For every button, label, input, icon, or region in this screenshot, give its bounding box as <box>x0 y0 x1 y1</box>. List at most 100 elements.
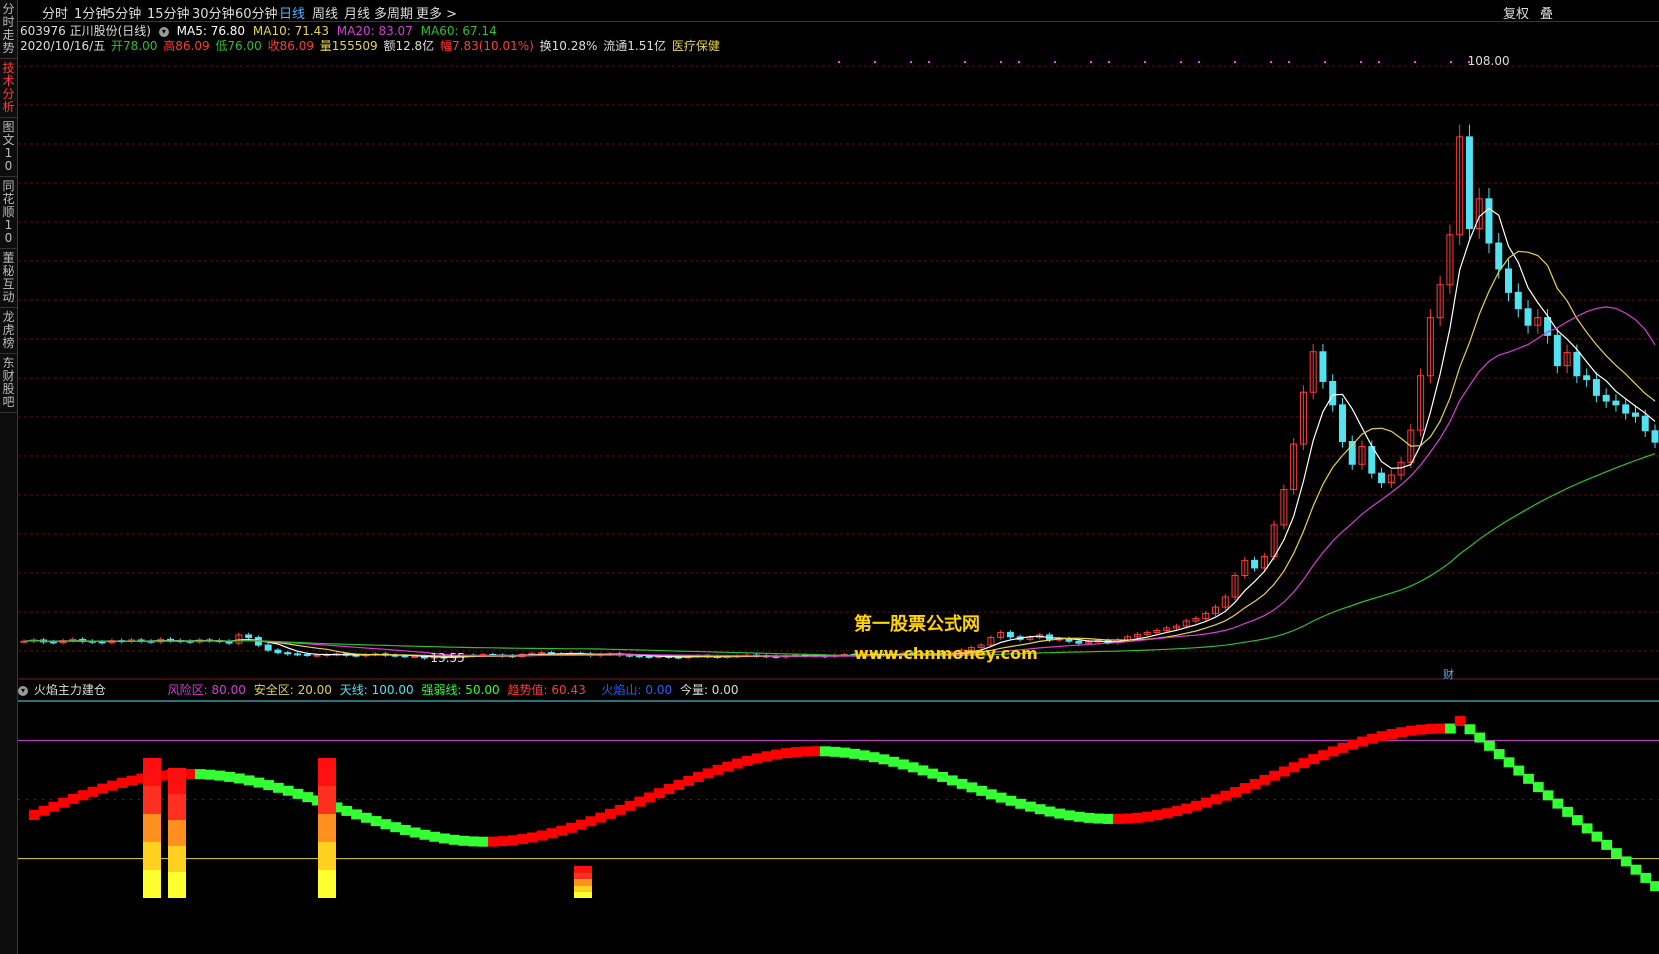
trend-segment <box>224 771 235 782</box>
period-tab-5[interactable]: 60分钟 <box>235 3 278 22</box>
trend-segment <box>1132 812 1144 823</box>
candle-body <box>1602 394 1610 402</box>
trend-segment <box>292 788 304 799</box>
fire-bar-segment <box>574 866 592 873</box>
trend-segment <box>1161 808 1173 819</box>
trend-segment <box>126 775 138 786</box>
trend-segment <box>976 785 987 796</box>
fire-bar-segment <box>318 870 336 898</box>
signal-dot <box>1054 61 1056 63</box>
sidebar-tab-2[interactable]: 图文10 <box>0 118 17 177</box>
trend-segment <box>839 747 851 758</box>
signal-dot <box>1324 61 1326 63</box>
period-tab-8[interactable]: 月线 <box>344 3 370 22</box>
kline-chart[interactable]: 108.00 13.55 <box>18 21 1659 954</box>
signal-dot <box>1090 61 1092 63</box>
trend-segment <box>409 827 421 838</box>
period-tab-4[interactable]: 30分钟 <box>192 3 235 22</box>
trend-segment <box>77 790 89 801</box>
trend-segment <box>214 770 226 781</box>
trend-segment <box>956 778 968 789</box>
trend-segment <box>67 793 79 804</box>
trend-segment <box>683 775 695 786</box>
trend-segment <box>771 749 782 760</box>
period-tab-7[interactable]: 周线 <box>312 3 338 22</box>
trend-segment <box>1112 813 1124 824</box>
candle-body <box>1378 472 1386 484</box>
candle-body <box>645 655 653 658</box>
trend-segment <box>458 835 470 846</box>
trend-segment <box>1611 848 1622 859</box>
toolbar-right-button-0[interactable]: 复权 <box>1503 3 1529 22</box>
period-tab-9[interactable]: 多周期 <box>374 3 413 22</box>
fire-bar-segment <box>574 885 592 892</box>
signal-dot <box>1378 61 1380 63</box>
trend-segment <box>1640 872 1652 883</box>
candle-body <box>98 641 106 644</box>
trend-segment <box>1005 795 1017 806</box>
trend-segment <box>1571 815 1583 826</box>
trend-segment <box>937 771 948 782</box>
indicator-name[interactable]: 火焰主力建仓 <box>34 683 106 697</box>
trend-segment <box>185 768 196 779</box>
trend-segment <box>48 801 60 812</box>
period-tab-0[interactable]: 分时 <box>42 3 68 22</box>
candle-body <box>1251 559 1259 569</box>
trend-segment <box>380 819 392 830</box>
finance-icon[interactable]: 财 <box>1443 666 1454 682</box>
indicator-menu-icon[interactable]: ▾ <box>18 685 28 696</box>
today-volume-value: 今量: 0.00 <box>679 683 739 697</box>
trend-segment <box>97 783 109 794</box>
trend-segment <box>1073 811 1085 822</box>
sidebar-tab-3[interactable]: 同花顺10 <box>0 177 17 249</box>
trend-segment <box>732 758 743 769</box>
period-tab-6[interactable]: 日线 <box>279 3 305 22</box>
sidebar-tab-4[interactable]: 董秘互动 <box>0 249 17 308</box>
signal-dot <box>1270 61 1272 63</box>
trend-segment <box>28 809 40 820</box>
trend-segment <box>1542 790 1554 801</box>
trend-segment <box>1122 813 1134 824</box>
trend-segment <box>1054 808 1066 819</box>
trend-segment <box>644 792 655 803</box>
sidebar-tab-6[interactable]: 东财股吧 <box>0 354 17 413</box>
candle-body <box>313 654 321 657</box>
candle-body <box>1465 136 1473 230</box>
signal-dot <box>1180 61 1182 63</box>
candle-body <box>1592 379 1600 396</box>
trend-segment <box>243 775 255 786</box>
sidebar-tab-5[interactable]: 龙虎榜 <box>0 308 17 354</box>
trend-segment <box>1093 813 1105 824</box>
trend-segment <box>946 775 958 786</box>
period-tab-2[interactable]: 5分钟 <box>107 3 141 22</box>
fire-bar-segment <box>574 891 592 898</box>
trend-segment <box>1630 864 1642 875</box>
toolbar-right-button-1[interactable]: 叠 <box>1540 3 1553 22</box>
fire-bar-segment <box>168 794 186 820</box>
period-tab-1[interactable]: 1分钟 <box>74 3 108 22</box>
candle-body <box>1338 404 1346 443</box>
trend-segment <box>878 754 890 765</box>
trend-segment <box>1152 810 1163 821</box>
trend-segment <box>712 764 724 775</box>
trend-segment <box>1259 774 1271 785</box>
trend-segment <box>741 755 753 766</box>
sidebar-tab-0[interactable]: 分时走势 <box>0 0 17 59</box>
period-tab-10[interactable]: 更多 > <box>416 3 457 22</box>
trend-segment <box>1503 757 1515 768</box>
sidebar-tab-1[interactable]: 技术分析 <box>0 59 17 118</box>
trend-segment <box>868 752 880 763</box>
risk-value: 风险区: 80.00 <box>167 683 246 697</box>
trend-segment <box>556 825 568 836</box>
period-tab-3[interactable]: 15分钟 <box>147 3 190 22</box>
fire-bar-segment <box>143 786 161 814</box>
trend-segment <box>1191 800 1202 811</box>
min-price-label: 13.55 <box>430 651 464 665</box>
trend-segment <box>702 768 714 779</box>
trend-segment <box>1220 790 1232 801</box>
trend-segment <box>819 746 831 757</box>
indicator-header: ▾ 火焰主力建仓 风险区: 80.00 安全区: 20.00 天线: 100.0… <box>18 681 747 698</box>
max-price-label: 108.00 <box>1468 54 1510 68</box>
fire-bar-segment <box>574 872 592 879</box>
trend-segment <box>810 746 821 757</box>
